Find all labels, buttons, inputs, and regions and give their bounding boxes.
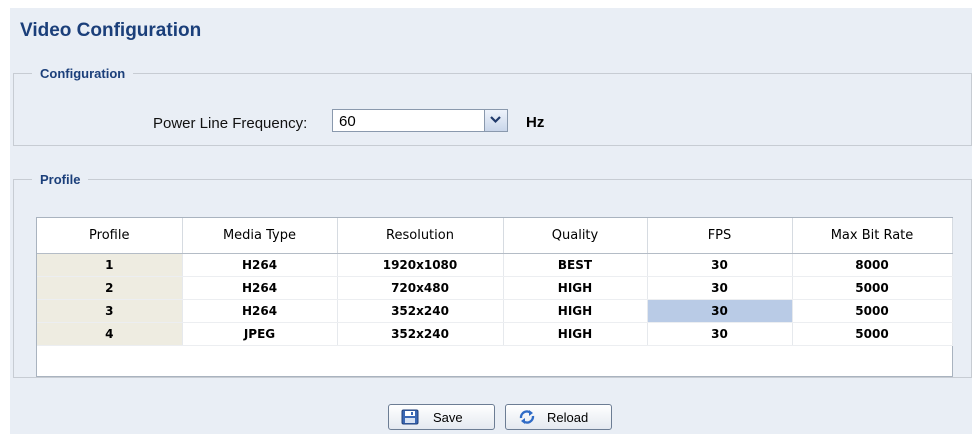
cell-media-type[interactable]: H264 (182, 299, 338, 323)
column-header-media-type[interactable]: Media Type (182, 218, 338, 254)
cell-media-type[interactable]: H264 (182, 253, 338, 277)
refresh-icon (519, 410, 535, 424)
profile-grid: Profile Media Type Resolution Quality FP… (36, 217, 953, 377)
frequency-unit: Hz (526, 114, 545, 131)
cell-quality[interactable]: BEST (503, 253, 648, 277)
cell-quality[interactable]: HIGH (503, 299, 648, 323)
cell-quality[interactable]: HIGH (503, 276, 648, 300)
cell-resolution[interactable]: 1920x1080 (337, 253, 504, 277)
cell-resolution[interactable]: 352x240 (337, 299, 504, 323)
save-button-label: Save (433, 410, 463, 425)
table-row[interactable]: 1 H264 1920x1080 BEST 30 8000 (37, 253, 953, 277)
profile-legend: Profile (40, 172, 81, 187)
cell-media-type[interactable]: JPEG (182, 322, 338, 346)
chevron-down-icon (490, 116, 501, 124)
cell-profile[interactable]: 1 (37, 253, 183, 277)
floppy-disk-icon (401, 409, 419, 425)
reload-button[interactable]: Reload (505, 404, 612, 430)
table-row[interactable]: 2 H264 720x480 HIGH 30 5000 (37, 276, 953, 300)
cell-max-bit-rate[interactable]: 5000 (792, 299, 953, 323)
cell-max-bit-rate[interactable]: 8000 (792, 253, 953, 277)
column-header-quality[interactable]: Quality (503, 218, 648, 254)
cell-max-bit-rate[interactable]: 5000 (792, 276, 953, 300)
cell-fps[interactable]: 30 (647, 322, 793, 346)
dropdown-arrow-button[interactable] (484, 110, 507, 131)
column-header-max-bit-rate[interactable]: Max Bit Rate (792, 218, 953, 254)
configuration-group: Configuration Power Line Frequency: 60 H… (13, 66, 972, 146)
table-header-row: Profile Media Type Resolution Quality FP… (37, 218, 953, 254)
cell-fps-selected[interactable]: 30 (647, 299, 793, 323)
cell-profile[interactable]: 3 (37, 299, 183, 323)
page-title: Video Configuration (20, 20, 202, 41)
reload-button-label: Reload (547, 410, 589, 425)
power-line-frequency-value: 60 (339, 113, 356, 130)
cell-profile[interactable]: 2 (37, 276, 183, 300)
profile-table: Profile Media Type Resolution Quality FP… (37, 218, 953, 346)
power-line-frequency-select[interactable]: 60 (332, 109, 508, 132)
cell-resolution[interactable]: 720x480 (337, 276, 504, 300)
video-configuration-page: Video Configuration Configuration Power … (10, 8, 972, 434)
table-row[interactable]: 3 H264 352x240 HIGH 30 5000 (37, 299, 953, 323)
cell-resolution[interactable]: 352x240 (337, 322, 504, 346)
power-line-frequency-label: Power Line Frequency: (153, 115, 308, 132)
save-button[interactable]: Save (388, 404, 495, 430)
column-header-profile[interactable]: Profile (37, 218, 183, 254)
cell-fps[interactable]: 30 (647, 253, 793, 277)
configuration-legend: Configuration (40, 66, 126, 81)
profile-group: Profile Profile Media Type Resolution Qu… (13, 172, 972, 378)
cell-quality[interactable]: HIGH (503, 322, 648, 346)
table-row[interactable]: 4 JPEG 352x240 HIGH 30 5000 (37, 322, 953, 346)
column-header-fps[interactable]: FPS (647, 218, 793, 254)
cell-max-bit-rate[interactable]: 5000 (792, 322, 953, 346)
cell-fps[interactable]: 30 (647, 276, 793, 300)
column-header-resolution[interactable]: Resolution (337, 218, 504, 254)
cell-profile[interactable]: 4 (37, 322, 183, 346)
cell-media-type[interactable]: H264 (182, 276, 338, 300)
